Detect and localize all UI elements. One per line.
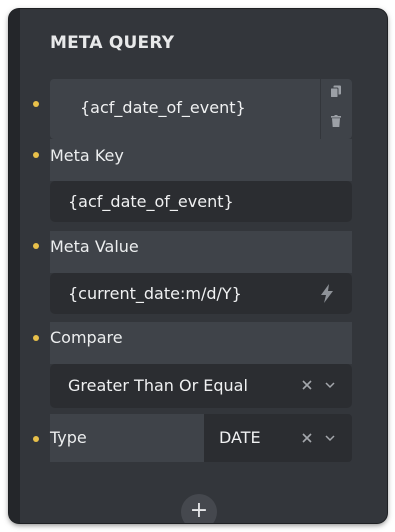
- bullet-dot: [33, 152, 39, 158]
- lightning-icon[interactable]: [320, 284, 334, 303]
- compare-select[interactable]: Greater Than Or Equal: [50, 364, 352, 408]
- plus-icon: +: [189, 498, 209, 523]
- meta-query-panel: META QUERY {acf_date_of_event} Meta Key …: [9, 9, 387, 523]
- compare-value: Greater Than Or Equal: [68, 376, 248, 395]
- meta-value-label: Meta Value: [50, 237, 139, 256]
- divider: [320, 79, 321, 139]
- type-select[interactable]: DATE: [204, 414, 352, 462]
- chevron-down-icon[interactable]: [325, 381, 335, 389]
- clear-icon[interactable]: [302, 433, 312, 443]
- trash-icon[interactable]: [331, 115, 341, 127]
- add-item-button[interactable]: +: [181, 494, 217, 523]
- type-value: DATE: [219, 428, 261, 447]
- bullet-dot: [33, 243, 39, 249]
- meta-value-value: {current_date:m/d/Y}: [68, 284, 242, 303]
- meta-value-input[interactable]: {current_date:m/d/Y}: [50, 273, 352, 314]
- bullet-dot: [33, 436, 39, 442]
- meta-key-value: {acf_date_of_event}: [68, 192, 234, 211]
- meta-key-input[interactable]: {acf_date_of_event}: [50, 181, 352, 222]
- type-label: Type: [50, 428, 87, 447]
- compare-label: Compare: [50, 328, 123, 347]
- meta-key-label: Meta Key: [50, 146, 124, 165]
- type-field: Type DATE: [50, 414, 352, 462]
- repeater-item[interactable]: {acf_date_of_event}: [50, 79, 352, 139]
- panel-title: META QUERY: [50, 33, 175, 53]
- bullet-dot: [33, 101, 39, 107]
- bullet-dot: [33, 335, 39, 341]
- copy-icon[interactable]: [330, 85, 342, 98]
- repeater-item-label: {acf_date_of_event}: [80, 98, 246, 117]
- panel-left-strip: [9, 9, 20, 523]
- chevron-down-icon[interactable]: [325, 434, 335, 442]
- clear-icon[interactable]: [302, 380, 312, 390]
